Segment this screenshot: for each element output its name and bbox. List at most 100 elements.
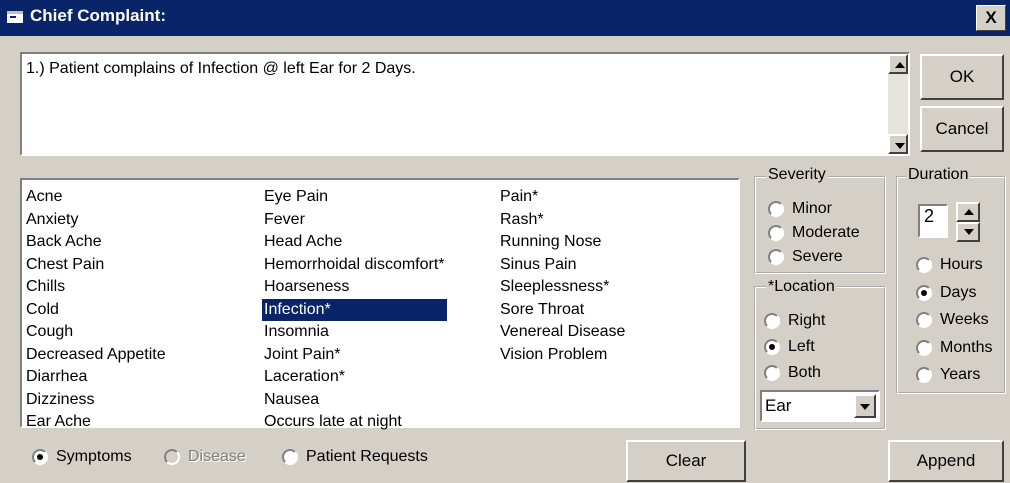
duration-radio-days[interactable]: Days bbox=[916, 284, 976, 302]
list-item[interactable]: Decreased Appetite bbox=[24, 344, 168, 367]
radio-icon[interactable] bbox=[768, 225, 784, 241]
list-item[interactable]: Nausea bbox=[262, 389, 447, 412]
severity-radio-moderate[interactable]: Moderate bbox=[768, 224, 860, 242]
list-type-radio-2[interactable]: Patient Requests bbox=[282, 448, 428, 466]
list-item[interactable]: Sinus Pain bbox=[498, 254, 627, 277]
radio-icon[interactable] bbox=[282, 449, 298, 465]
list-item[interactable]: Hemorrhoidal discomfort* bbox=[262, 254, 447, 277]
list-type-radio-1-label: Disease bbox=[188, 448, 246, 465]
up-arrow-icon bbox=[895, 62, 905, 68]
duration-radio-years-label: Years bbox=[940, 366, 981, 383]
list-item[interactable]: Anxiety bbox=[24, 209, 168, 232]
duration-radio-hours-label: Hours bbox=[940, 256, 983, 273]
location-radio-left-label: Left bbox=[788, 338, 815, 355]
radio-icon[interactable] bbox=[164, 449, 180, 465]
location-site-value: Ear bbox=[765, 396, 792, 415]
list-item[interactable]: Laceration* bbox=[262, 366, 447, 389]
up-arrow-icon bbox=[964, 209, 974, 215]
down-arrow-icon bbox=[895, 143, 905, 149]
radio-icon[interactable] bbox=[764, 313, 780, 329]
list-item[interactable]: Running Nose bbox=[498, 231, 627, 254]
radio-icon[interactable] bbox=[764, 365, 780, 381]
clear-button[interactable]: Clear bbox=[626, 440, 746, 482]
complaint-list[interactable]: Acne Anxiety Back Ache Chest Pain Chills Cold… bbox=[20, 178, 740, 430]
duration-input[interactable]: 2 bbox=[918, 204, 948, 238]
severity-radio-minor[interactable]: Minor bbox=[768, 200, 832, 218]
radio-icon[interactable] bbox=[916, 367, 932, 383]
append-button[interactable]: Append bbox=[888, 440, 1004, 482]
duration-radio-months[interactable]: Months bbox=[916, 339, 992, 357]
list-item[interactable]: Insomnia bbox=[262, 321, 447, 344]
list-type-radio-2-label: Patient Requests bbox=[306, 448, 428, 465]
location-radio-right[interactable]: Right bbox=[764, 312, 825, 330]
scroll-up-button[interactable] bbox=[888, 54, 908, 74]
list-type-radio-0[interactable]: Symptoms bbox=[32, 448, 132, 466]
list-item[interactable]: Chest Pain bbox=[24, 254, 168, 277]
list-item[interactable]: Ear Ache bbox=[24, 411, 168, 434]
list-item[interactable]: Rash* bbox=[498, 209, 627, 232]
complaint-text: 1.) Patient complains of Infection @ lef… bbox=[26, 60, 416, 77]
duration-radio-years[interactable]: Years bbox=[916, 366, 980, 384]
list-item[interactable]: Cold bbox=[24, 299, 168, 322]
window-title: Chief Complaint: bbox=[30, 6, 166, 25]
radio-icon[interactable] bbox=[768, 201, 784, 217]
list-item[interactable]: Fever bbox=[262, 209, 447, 232]
severity-radio-moderate-label: Moderate bbox=[792, 224, 860, 241]
list-item[interactable]: Sore Throat bbox=[498, 299, 627, 322]
list-item[interactable]: Acne bbox=[24, 186, 168, 209]
list-item[interactable]: Vision Problem bbox=[498, 344, 627, 367]
complaint-textarea[interactable]: 1.) Patient complains of Infection @ lef… bbox=[20, 52, 910, 156]
list-item[interactable]: Cough bbox=[24, 321, 168, 344]
severity-radio-minor-label: Minor bbox=[792, 200, 833, 217]
severity-radio-severe-label: Severe bbox=[792, 248, 843, 265]
list-type-radio-0-label: Symptoms bbox=[56, 448, 132, 465]
location-radio-both[interactable]: Both bbox=[764, 364, 821, 382]
dropdown-button[interactable] bbox=[854, 394, 876, 418]
radio-icon[interactable] bbox=[764, 339, 780, 355]
duration-value: 2 bbox=[924, 206, 935, 226]
radio-icon[interactable] bbox=[32, 449, 48, 465]
list-item[interactable]: Head Ache bbox=[262, 231, 447, 254]
duration-radio-weeks[interactable]: Weeks bbox=[916, 311, 989, 329]
list-item[interactable]: Eye Pain bbox=[262, 186, 447, 209]
list-item[interactable]: Occurs late at night bbox=[262, 411, 447, 434]
list-item[interactable]: Venereal Disease bbox=[498, 321, 627, 344]
list-column-1: Acne Anxiety Back Ache Chest Pain Chills Cold… bbox=[24, 186, 168, 434]
ok-button[interactable]: OK bbox=[920, 54, 1004, 100]
list-column-2: Eye Pain Fever Head Ache Hemorrhoidal disco… bbox=[262, 186, 447, 434]
list-item[interactable]: Back Ache bbox=[24, 231, 168, 254]
list-item[interactable]: Dizziness bbox=[24, 389, 168, 412]
list-item[interactable]: Sleeplessness* bbox=[498, 276, 627, 299]
duration-radio-days-label: Days bbox=[940, 283, 977, 301]
list-item[interactable]: Infection* bbox=[262, 298, 447, 321]
list-item[interactable]: Joint Pain* bbox=[262, 344, 447, 367]
list-item[interactable]: Hoarseness bbox=[262, 276, 447, 299]
location-site-select[interactable]: Ear bbox=[760, 390, 880, 422]
duration-decrement-button[interactable] bbox=[956, 222, 980, 242]
scroll-down-button[interactable] bbox=[888, 134, 908, 154]
title-bar: Chief Complaint: X bbox=[0, 0, 1010, 36]
close-button[interactable]: X bbox=[976, 5, 1006, 31]
severity-radio-severe[interactable]: Severe bbox=[768, 248, 843, 266]
radio-icon[interactable] bbox=[916, 257, 932, 273]
radio-icon[interactable] bbox=[916, 284, 932, 301]
list-item[interactable]: Diarrhea bbox=[24, 366, 168, 389]
severity-legend: Severity bbox=[766, 166, 828, 184]
location-radio-right-label: Right bbox=[788, 312, 826, 329]
down-arrow-icon bbox=[964, 229, 974, 235]
duration-increment-button[interactable] bbox=[956, 202, 980, 222]
list-item[interactable]: Pain* bbox=[498, 186, 627, 209]
close-icon: X bbox=[985, 8, 997, 27]
cancel-button[interactable]: Cancel bbox=[920, 106, 1004, 152]
location-radio-left[interactable]: Left bbox=[764, 338, 815, 356]
location-legend: *Location bbox=[766, 278, 837, 296]
radio-icon[interactable] bbox=[916, 312, 932, 328]
list-item[interactable]: Chills bbox=[24, 276, 168, 299]
radio-icon[interactable] bbox=[916, 339, 932, 356]
radio-icon[interactable] bbox=[768, 249, 784, 265]
duration-radio-weeks-label: Weeks bbox=[940, 311, 989, 328]
duration-radio-months-label: Months bbox=[940, 338, 993, 356]
list-type-radio-1[interactable]: Disease bbox=[164, 448, 246, 466]
vertical-scrollbar[interactable] bbox=[888, 54, 908, 154]
duration-radio-hours[interactable]: Hours bbox=[916, 256, 983, 274]
